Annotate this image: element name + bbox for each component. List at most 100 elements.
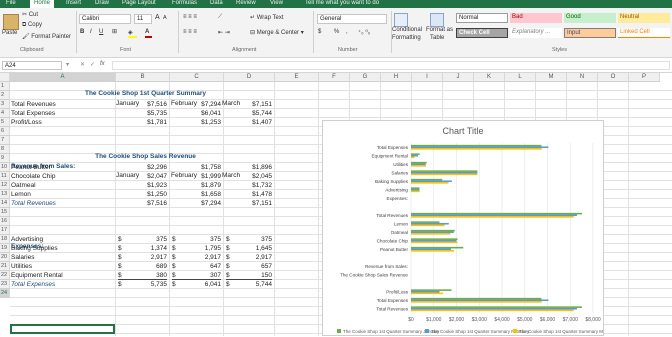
comma-button[interactable]: ,: [346, 29, 348, 35]
selected-cell-a24[interactable]: [10, 324, 115, 334]
row-header-7[interactable]: 7: [0, 136, 10, 145]
cancel-icon[interactable]: ✕: [80, 61, 85, 68]
revenue-label[interactable]: Chocolate Chip: [11, 173, 55, 181]
copy-button[interactable]: ⧉ Copy: [22, 22, 42, 29]
expense-value[interactable]: 1,645: [224, 245, 272, 253]
format-painter-button[interactable]: 🖌 Format Painter: [22, 33, 71, 40]
align-left-icon[interactable]: ≡ ≡ ≡: [183, 29, 197, 35]
total-expenses-label[interactable]: Total Expenses: [11, 281, 55, 289]
row-header-24[interactable]: 24: [0, 289, 10, 298]
sales-revenue-title[interactable]: The Cookie Shop Sales Revenue: [10, 153, 281, 161]
row-header-17[interactable]: 17: [0, 226, 10, 235]
column-header-f[interactable]: F: [319, 73, 350, 82]
tab-home[interactable]: Home: [30, 0, 55, 8]
column-header-k[interactable]: K: [474, 73, 505, 82]
row-header-4[interactable]: 4: [0, 109, 10, 118]
summary-label[interactable]: Total Revenues: [11, 101, 56, 109]
expense-value[interactable]: 689: [116, 263, 167, 271]
row-header-16[interactable]: 16: [0, 217, 10, 226]
column-header-o[interactable]: O: [598, 73, 629, 82]
grow-font-button[interactable]: A: [155, 14, 160, 21]
column-header-n[interactable]: N: [567, 73, 598, 82]
row-header-11[interactable]: 11: [0, 172, 10, 181]
column-header-e[interactable]: E: [275, 73, 319, 82]
row-header-18[interactable]: 18: [0, 235, 10, 244]
shrink-font-button[interactable]: A: [163, 15, 167, 21]
column-header-c[interactable]: C: [170, 73, 224, 82]
revenue-value[interactable]: $1,999: [170, 173, 221, 181]
expense-value[interactable]: 375: [224, 236, 272, 244]
row-header-9[interactable]: 9: [0, 154, 10, 163]
column-header-a[interactable]: A: [10, 73, 116, 82]
summary-value[interactable]: $6,041: [170, 110, 221, 118]
total-revenues-value[interactable]: $7,516: [116, 200, 167, 208]
cut-button[interactable]: ✂ Cut: [22, 11, 38, 18]
row-header-19[interactable]: 19: [0, 244, 10, 253]
revenue-value[interactable]: $2,296: [116, 164, 167, 172]
row-header-2[interactable]: 2: [0, 91, 10, 100]
expense-label[interactable]: Equipment Rental: [11, 272, 63, 280]
column-header-j[interactable]: J: [443, 73, 474, 82]
revenue-label[interactable]: Lemon: [11, 191, 31, 199]
bold-button[interactable]: B: [80, 29, 84, 35]
font-size-dropdown[interactable]: 11: [134, 14, 152, 24]
paste-icon[interactable]: [3, 14, 19, 30]
revenue-value[interactable]: $1,923: [116, 182, 167, 190]
tab-insert[interactable]: Insert: [66, 0, 81, 8]
font-color-icon[interactable]: A: [145, 29, 152, 38]
decimal-buttons[interactable]: ⁺₀ ⁰₀: [358, 29, 370, 36]
summary-label[interactable]: Total Expenses: [11, 110, 55, 118]
row-header-15[interactable]: 15: [0, 208, 10, 217]
column-header-p[interactable]: P: [629, 73, 660, 82]
expense-value[interactable]: 375: [170, 236, 221, 244]
style-good[interactable]: Good: [564, 13, 616, 23]
wrap-text-button[interactable]: ↵ Wrap Text: [250, 14, 284, 21]
total-expenses-value[interactable]: 5,735: [116, 281, 167, 289]
expense-value[interactable]: 2,917: [224, 254, 272, 262]
revenue-label[interactable]: Peanut Butter: [11, 164, 51, 172]
column-header-l[interactable]: L: [505, 73, 536, 82]
revenue-value[interactable]: $1,250: [116, 191, 167, 199]
revenue-value[interactable]: $1,658: [170, 191, 221, 199]
borders-icon[interactable]: ⊞: [112, 28, 117, 35]
total-revenues-value[interactable]: $7,294: [170, 200, 221, 208]
summary-value[interactable]: $1,253: [170, 119, 221, 127]
orientation-icon[interactable]: ⟋: [218, 14, 222, 21]
row-header-8[interactable]: 8: [0, 145, 10, 154]
summary-value[interactable]: $7,516: [116, 101, 167, 109]
revenue-value[interactable]: $1,896: [224, 164, 272, 172]
summary-label[interactable]: Profit/Loss: [11, 119, 42, 127]
tab-data[interactable]: Data: [210, 0, 223, 8]
tab-draw[interactable]: Draw: [95, 0, 109, 8]
percent-button[interactable]: %: [334, 29, 339, 35]
expense-value[interactable]: 2,917: [170, 254, 221, 262]
style-check-cell[interactable]: Check Cell: [456, 28, 508, 38]
row-header-13[interactable]: 13: [0, 190, 10, 199]
row-header-21[interactable]: 21: [0, 262, 10, 271]
expense-label[interactable]: Baking Supplies: [11, 245, 58, 253]
row-header-20[interactable]: 20: [0, 253, 10, 262]
revenue-value[interactable]: $1,478: [224, 191, 272, 199]
row-header-1[interactable]: 1: [0, 82, 10, 91]
name-box-dropdown-icon[interactable]: ▾: [66, 61, 69, 68]
enter-icon[interactable]: ✓: [90, 61, 95, 68]
row-header-3[interactable]: 3: [0, 100, 10, 109]
row-header-23[interactable]: 23: [0, 280, 10, 289]
summary-value[interactable]: $7,294: [170, 101, 221, 109]
total-expenses-value[interactable]: 6,041: [170, 281, 221, 289]
font-name-dropdown[interactable]: Calibri: [79, 14, 131, 24]
summary-title[interactable]: The Cookie Shop 1st Quarter Summary: [10, 90, 281, 98]
underline-button[interactable]: U: [99, 29, 103, 35]
expense-label[interactable]: Advertising: [11, 236, 43, 244]
row-header-6[interactable]: 6: [0, 127, 10, 136]
select-all-corner[interactable]: [0, 73, 10, 82]
paste-button[interactable]: Paste: [2, 30, 17, 36]
summary-value[interactable]: $5,744: [224, 110, 272, 118]
row-header-12[interactable]: 12: [0, 181, 10, 190]
column-header-m[interactable]: M: [536, 73, 567, 82]
merge-center-button[interactable]: ⊟ Merge & Center ▾: [250, 29, 304, 36]
align-top-icon[interactable]: ≡ ≡ ≡: [183, 14, 197, 20]
column-header-h[interactable]: H: [381, 73, 412, 82]
summary-value[interactable]: $5,735: [116, 110, 167, 118]
formula-input[interactable]: [112, 61, 670, 70]
